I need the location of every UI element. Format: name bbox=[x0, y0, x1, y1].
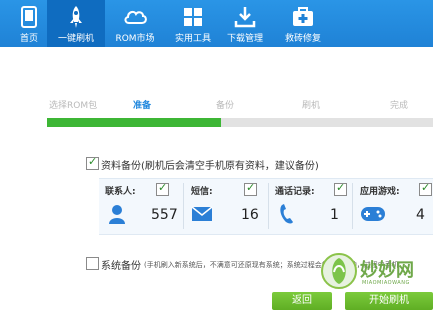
envelope-icon bbox=[191, 206, 213, 221]
system-backup-checkbox[interactable] bbox=[86, 257, 99, 270]
nav-item-label: 救砖修复 bbox=[284, 34, 321, 44]
data-backup-checkbox[interactable] bbox=[86, 155, 99, 170]
watermark-text: 妙妙网 bbox=[360, 260, 414, 281]
medkit-icon bbox=[293, 7, 313, 26]
sms-count: 16 bbox=[241, 207, 259, 223]
nav-item-label: 下载管理 bbox=[226, 34, 263, 44]
watermark-logo: 妙妙网 MIAOMIAOWANG bbox=[320, 252, 430, 292]
watermark-subtext: MIAOMIAOWANG bbox=[362, 280, 410, 286]
progress-bar bbox=[47, 118, 433, 127]
divider bbox=[268, 183, 269, 229]
contacts-label: 联系人: bbox=[105, 187, 136, 197]
nav-item-rom-market[interactable]: ROM市场 bbox=[106, 0, 164, 47]
call-log-count: 1 bbox=[330, 207, 339, 223]
step-backup: 备份 bbox=[216, 101, 235, 111]
grid-icon bbox=[184, 8, 202, 26]
nav-item-label: 一键刷机 bbox=[57, 34, 94, 44]
download-icon bbox=[234, 7, 256, 28]
nav-item-label: 实用工具 bbox=[174, 34, 211, 44]
call-log-checkbox[interactable] bbox=[334, 181, 347, 196]
sms-checkbox[interactable] bbox=[244, 181, 257, 196]
phone-icon bbox=[280, 204, 293, 224]
divider bbox=[183, 183, 184, 229]
apps-games-count: 4 bbox=[416, 207, 425, 223]
top-nav-bar: 首页 一键刷机 ROM市场 实用工具 下载管理 救砖修复 bbox=[0, 0, 433, 47]
nav-item-repair[interactable]: 救砖修复 bbox=[274, 0, 332, 47]
apps-games-label: 应用游戏: bbox=[360, 187, 400, 197]
step-indicator: 选择ROM包 准备 备份 刷机 完成 bbox=[0, 90, 433, 120]
nav-item-tools[interactable]: 实用工具 bbox=[164, 0, 222, 47]
rocket-icon bbox=[70, 6, 82, 28]
nav-item-one-click-flash[interactable]: 一键刷机 bbox=[47, 0, 105, 47]
apps-games-checkbox[interactable] bbox=[419, 181, 432, 196]
system-backup-title: 系统备份 bbox=[101, 261, 141, 272]
home-icon bbox=[21, 6, 37, 28]
start-flash-button[interactable]: 开始刷机 bbox=[345, 292, 433, 310]
contacts-count: 557 bbox=[151, 207, 178, 223]
nav-item-downloads[interactable]: 下载管理 bbox=[216, 0, 274, 47]
cloud-icon bbox=[124, 10, 147, 24]
step-select-rom: 选择ROM包 bbox=[49, 101, 98, 111]
step-complete: 完成 bbox=[390, 101, 409, 111]
progress-fill bbox=[47, 118, 221, 127]
call-log-label: 通话记录: bbox=[275, 187, 315, 197]
back-button[interactable]: 返回 bbox=[272, 292, 332, 310]
gamepad-icon bbox=[361, 207, 385, 221]
step-prepare: 准备 bbox=[133, 101, 152, 111]
data-backup-title: 资料备份(刷机后会清空手机原有资料，建议备份) bbox=[101, 161, 319, 172]
watermark-emblem-icon bbox=[321, 253, 357, 289]
step-flash: 刷机 bbox=[302, 101, 321, 111]
sms-label: 短信: bbox=[191, 187, 213, 197]
person-icon bbox=[109, 205, 125, 224]
nav-item-label: ROM市场 bbox=[115, 34, 155, 44]
divider bbox=[352, 183, 353, 229]
contacts-checkbox[interactable] bbox=[156, 181, 169, 196]
